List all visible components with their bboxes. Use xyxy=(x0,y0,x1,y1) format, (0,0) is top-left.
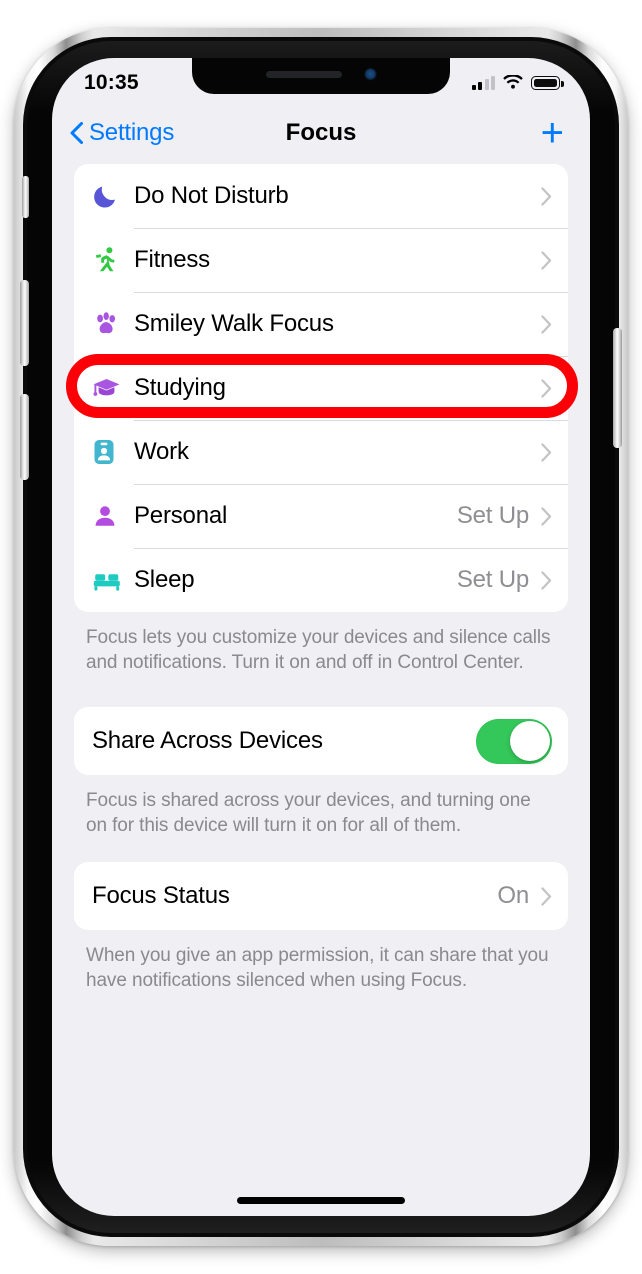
chevron-right-icon xyxy=(541,506,552,526)
focus-row-label: Work xyxy=(134,438,189,465)
focus-row-label: Sleep xyxy=(134,566,195,593)
focus-row-fitness[interactable]: Fitness xyxy=(74,228,568,292)
focus-row-value: Set Up xyxy=(456,502,529,529)
paw-print-icon xyxy=(92,310,134,338)
add-focus-button[interactable]: + xyxy=(541,113,564,153)
chevron-right-icon xyxy=(541,378,552,398)
status-bar-clock: 10:35 xyxy=(84,71,139,94)
focus-row-label: Smiley Walk Focus xyxy=(134,310,334,337)
id-badge-icon xyxy=(92,438,134,466)
share-across-devices-footnote: Focus is shared across your devices, and… xyxy=(86,790,531,836)
focus-status-card: Focus Status On xyxy=(74,862,568,930)
settings-content: Do Not Disturb Fitness Smiley Walk Focus… xyxy=(52,164,590,1216)
volume-down-button[interactable] xyxy=(20,394,29,480)
chevron-left-icon xyxy=(70,122,83,144)
iphone-device-frame: 10:35 Settings Focus + Do Not Disturb Fi… xyxy=(14,28,628,1246)
earpiece-speaker-icon xyxy=(265,70,342,78)
graduation-cap-icon xyxy=(92,374,134,402)
focus-row-studying[interactable]: Studying xyxy=(74,356,568,420)
focus-row-label: Personal xyxy=(134,502,228,529)
focus-row-label: Do Not Disturb xyxy=(134,182,289,209)
toggle-knob xyxy=(509,721,550,761)
focus-row-sleep[interactable]: Sleep Set Up xyxy=(74,548,568,612)
navigation-bar: Settings Focus + xyxy=(52,102,590,164)
device-notch xyxy=(192,58,450,94)
chevron-right-icon xyxy=(541,442,552,462)
focus-row-label: Studying xyxy=(134,374,226,401)
volume-up-button[interactable] xyxy=(20,280,29,366)
focus-row-value: Set Up xyxy=(456,566,529,593)
home-indicator[interactable] xyxy=(237,1197,405,1204)
back-to-settings-button[interactable]: Settings xyxy=(70,119,174,147)
chevron-right-icon xyxy=(541,314,552,334)
power-button[interactable] xyxy=(613,328,622,448)
focus-modes-list: Do Not Disturb Fitness Smiley Walk Focus… xyxy=(74,164,568,612)
focus-status-footnote: When you give an app permission, it can … xyxy=(86,945,549,991)
focus-status-row[interactable]: Focus Status On xyxy=(74,862,568,930)
focus-row-smiley-walk-focus[interactable]: Smiley Walk Focus xyxy=(74,292,568,356)
chevron-right-icon xyxy=(541,886,552,906)
wifi-icon xyxy=(503,75,523,89)
focus-row-personal[interactable]: Personal Set Up xyxy=(74,484,568,548)
phone-screen: 10:35 Settings Focus + Do Not Disturb Fi… xyxy=(52,58,590,1216)
focus-list-footnote: Focus lets you customize your devices an… xyxy=(86,627,551,673)
front-camera-icon xyxy=(363,67,377,81)
person-icon xyxy=(92,502,134,530)
focus-row-work[interactable]: Work xyxy=(74,420,568,484)
share-across-devices-card: Share Across Devices xyxy=(74,707,568,775)
focus-row-label: Fitness xyxy=(134,246,210,273)
share-across-devices-toggle[interactable] xyxy=(476,718,552,764)
battery-full-icon xyxy=(531,76,564,90)
ringer-switch-button[interactable] xyxy=(22,176,29,218)
status-bar-indicators xyxy=(471,75,564,91)
running-person-icon xyxy=(92,246,134,274)
focus-row-do-not-disturb[interactable]: Do Not Disturb xyxy=(74,164,568,228)
share-across-devices-label: Share Across Devices xyxy=(92,727,323,754)
chevron-right-icon xyxy=(541,570,552,590)
focus-status-value: On xyxy=(497,882,529,909)
screenshot-stage: 10:35 Settings Focus + Do Not Disturb Fi… xyxy=(0,0,642,1274)
chevron-right-icon xyxy=(541,250,552,270)
chevron-right-icon xyxy=(541,186,552,206)
focus-status-label: Focus Status xyxy=(92,882,230,909)
back-button-label: Settings xyxy=(89,119,175,146)
moon-icon xyxy=(92,182,134,210)
share-across-devices-row[interactable]: Share Across Devices xyxy=(74,707,568,775)
bed-icon xyxy=(92,566,134,594)
cellular-bars-icon xyxy=(471,75,495,90)
